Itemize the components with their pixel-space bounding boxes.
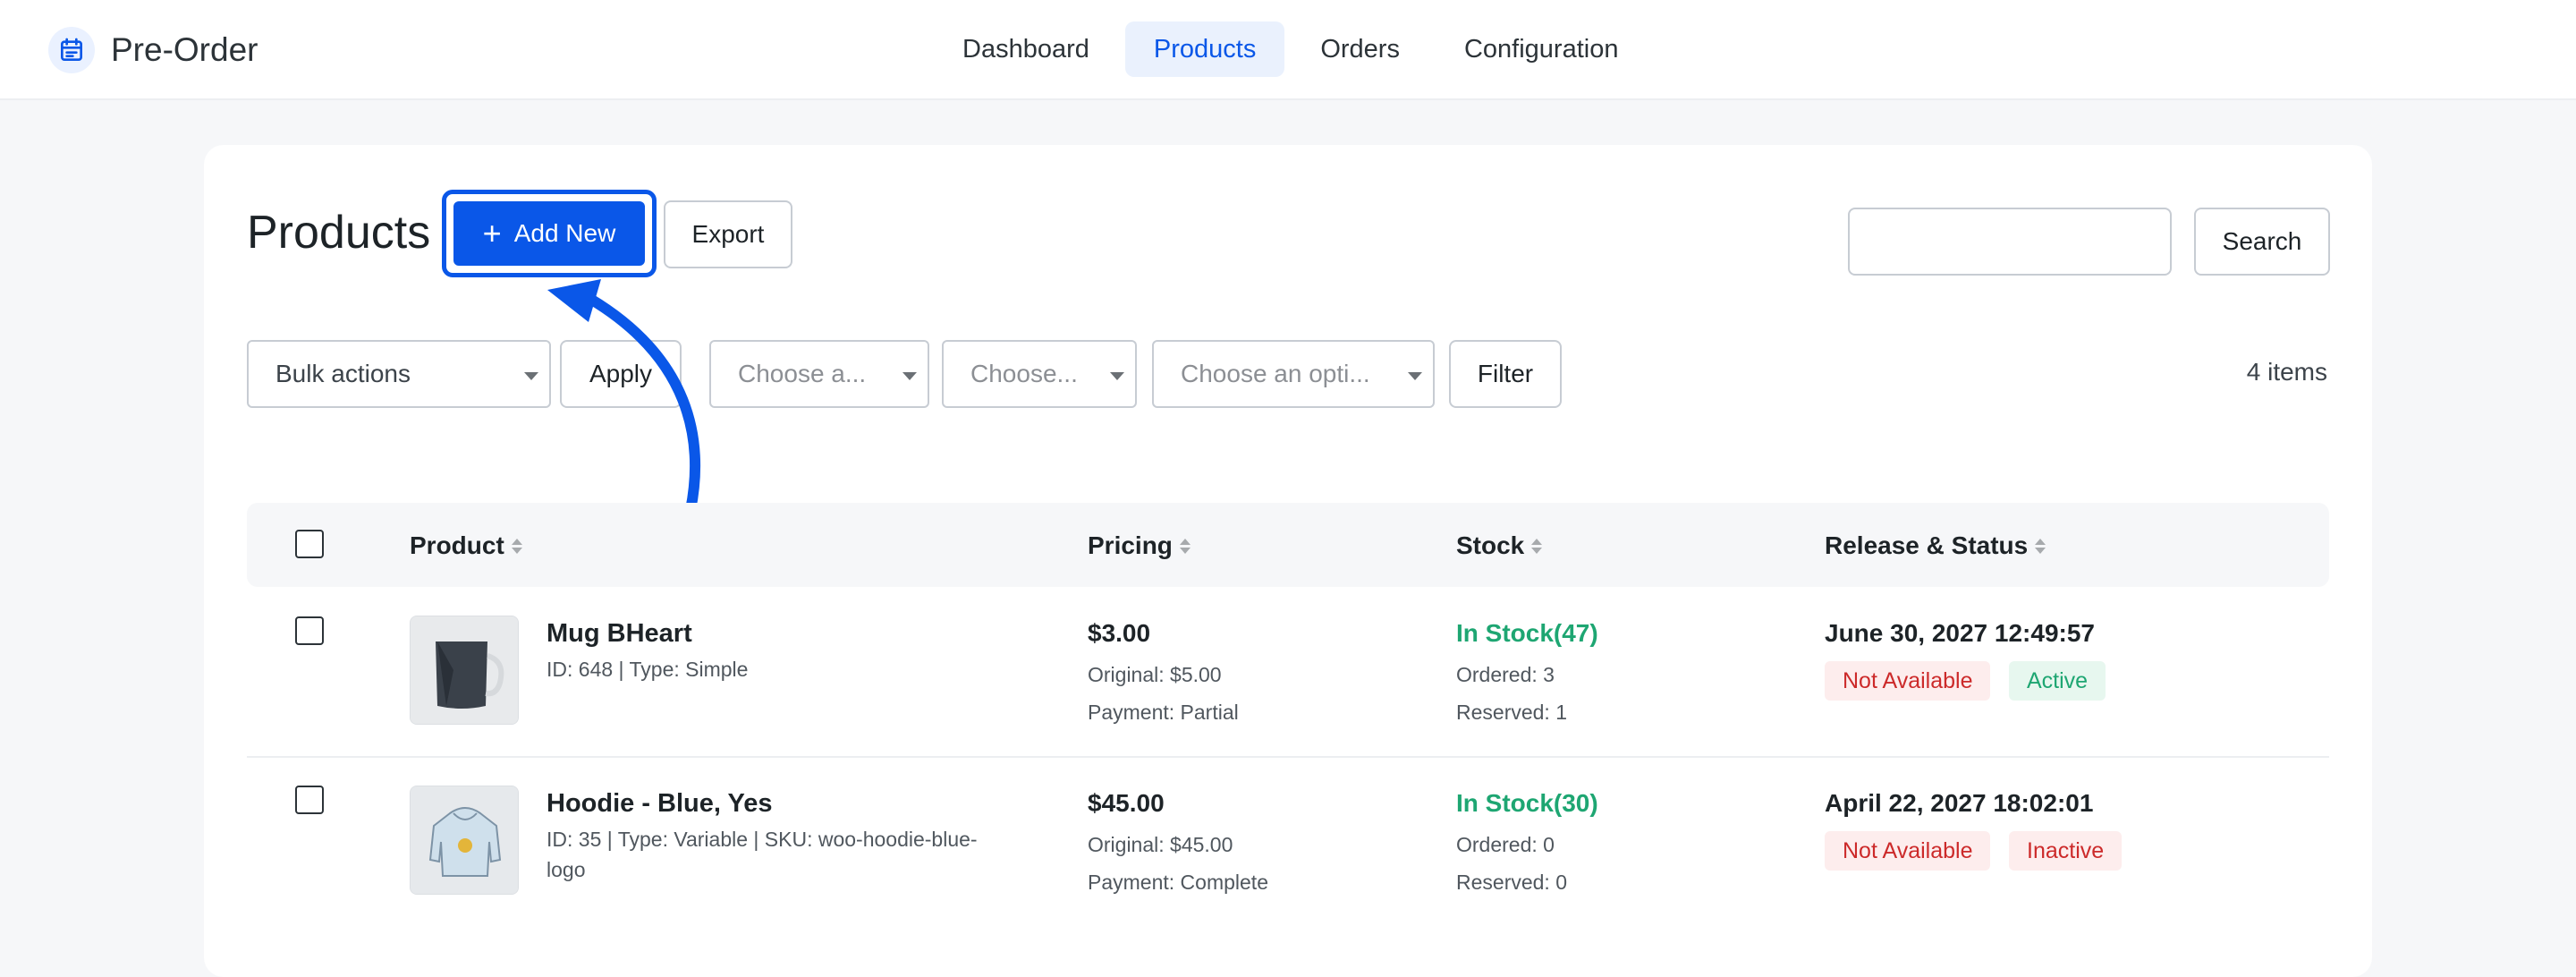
calendar-icon: [48, 27, 95, 73]
search-input[interactable]: [1848, 208, 2172, 276]
column-header-pricing[interactable]: Pricing: [1088, 531, 1191, 560]
column-header-product[interactable]: Product: [410, 531, 522, 560]
status-badge: Active: [2009, 661, 2106, 701]
select-all-checkbox[interactable]: [295, 530, 324, 558]
column-header-label: Product: [410, 531, 504, 559]
row-checkbox[interactable]: [295, 616, 324, 645]
availability-badge: Not Available: [1825, 661, 1991, 701]
nav-orders[interactable]: Orders: [1292, 21, 1428, 77]
payment-type: Payment: Partial: [1088, 701, 1239, 724]
export-button[interactable]: Export: [664, 200, 792, 268]
payment-type: Payment: Complete: [1088, 871, 1268, 894]
sort-icon: [2035, 538, 2046, 554]
filter-select-2[interactable]: Choose...: [942, 340, 1137, 408]
chevron-down-icon: [1110, 372, 1124, 380]
column-header-label: Pricing: [1088, 531, 1173, 559]
filter-select-1-value: Choose a...: [738, 360, 867, 387]
sort-icon: [511, 538, 522, 554]
chevron-down-icon: [902, 372, 917, 380]
annotation-arrow-icon: [547, 279, 700, 515]
reserved-count: Reserved: 0: [1456, 871, 1568, 894]
column-header-label: Release & Status: [1825, 531, 2029, 559]
original-price: Original: $45.00: [1088, 833, 1233, 856]
release-date: April 22, 2027 18:02:01: [1825, 789, 2094, 817]
stock-status: In Stock(47): [1456, 619, 1598, 647]
table-header: Product Pricing Stock Release & Status: [247, 503, 2329, 587]
column-header-stock[interactable]: Stock: [1456, 531, 1543, 560]
original-price: Original: $5.00: [1088, 663, 1222, 686]
app-title: Pre-Order: [111, 31, 258, 68]
add-new-label: Add New: [513, 219, 616, 247]
price: $3.00: [1088, 619, 1151, 647]
status-badge: Inactive: [2009, 831, 2123, 871]
brand[interactable]: Pre-Order: [48, 27, 258, 73]
page-title: Products: [247, 207, 431, 259]
reserved-count: Reserved: 1: [1456, 701, 1568, 724]
column-header-release-status[interactable]: Release & Status: [1825, 531, 2046, 560]
hoodie-image[interactable]: [410, 786, 519, 895]
row-checkbox[interactable]: [295, 786, 324, 814]
filter-select-2-value: Choose...: [970, 360, 1078, 387]
filter-select-1[interactable]: Choose a...: [709, 340, 929, 408]
sort-icon: [1179, 538, 1191, 554]
price: $45.00: [1088, 789, 1165, 817]
nav-configuration[interactable]: Configuration: [1436, 21, 1648, 77]
plus-icon: +: [482, 215, 502, 251]
ordered-count: Ordered: 3: [1456, 663, 1555, 686]
main-nav: Dashboard Products Orders Configuration: [934, 21, 1647, 77]
bulk-actions-value: Bulk actions: [275, 360, 411, 387]
sort-icon: [1531, 538, 1543, 554]
stock-status: In Stock(30): [1456, 789, 1598, 817]
filter-button[interactable]: Filter: [1449, 340, 1562, 408]
release-date: June 30, 2027 12:49:57: [1825, 619, 2095, 647]
items-count: 4 items: [2246, 358, 2327, 386]
product-name-link[interactable]: Mug BHeart: [547, 619, 692, 649]
product-meta: ID: 648 | Type: Simple: [547, 658, 749, 681]
add-new-button[interactable]: + Add New: [453, 201, 645, 266]
ordered-count: Ordered: 0: [1456, 833, 1555, 856]
bulk-actions-select[interactable]: Bulk actions: [247, 340, 551, 408]
column-header-label: Stock: [1456, 531, 1525, 559]
row-divider: [247, 756, 2329, 758]
top-bar: Pre-Order Dashboard Products Orders Conf…: [0, 0, 2576, 100]
filter-select-3[interactable]: Choose an opti...: [1152, 340, 1435, 408]
filter-select-3-value: Choose an opti...: [1181, 360, 1370, 387]
product-name-link[interactable]: Hoodie - Blue, Yes: [547, 789, 772, 819]
mug-image[interactable]: [410, 616, 519, 725]
search-button[interactable]: Search: [2194, 208, 2330, 276]
chevron-down-icon: [1408, 372, 1422, 380]
availability-badge: Not Available: [1825, 831, 1991, 871]
nav-products[interactable]: Products: [1124, 21, 1285, 77]
product-meta: ID: 35 | Type: Variable | SKU: woo-hoodi…: [547, 828, 978, 881]
nav-dashboard[interactable]: Dashboard: [934, 21, 1118, 77]
